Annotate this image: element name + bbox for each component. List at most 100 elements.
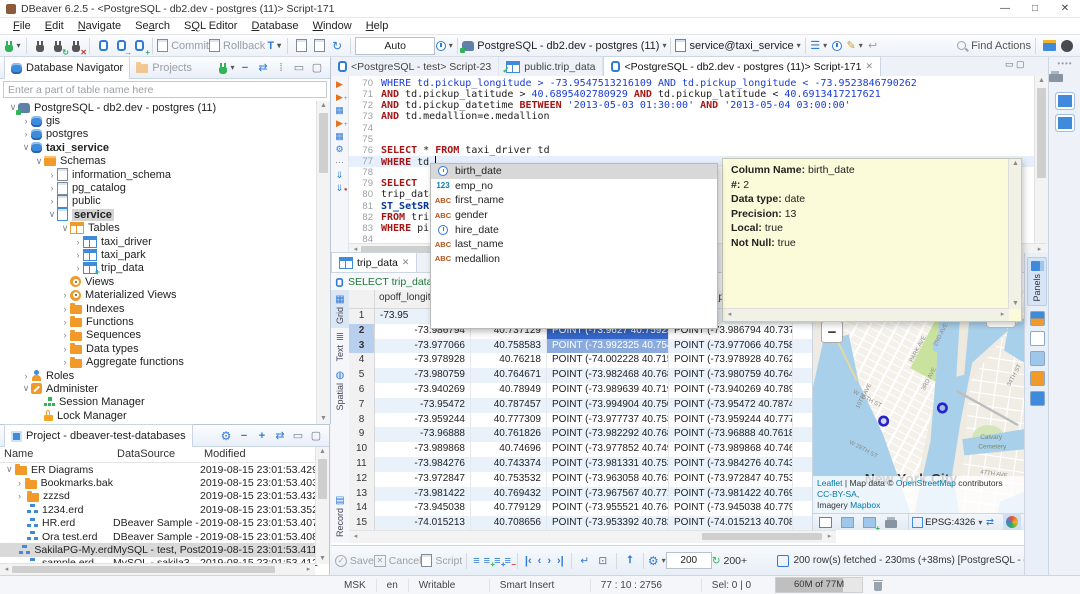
row-number[interactable]: 4 xyxy=(349,353,375,368)
presentation-tab-spatial[interactable]: ◍ Spatial xyxy=(331,366,349,415)
disconnect-button[interactable]: ✕ xyxy=(67,37,85,55)
memory-usage-bar[interactable]: 60M of 77M xyxy=(775,577,863,593)
tree-item-service[interactable]: ∨ service xyxy=(0,208,316,221)
collapse-icon[interactable]: ∨ xyxy=(34,156,44,167)
tab-project[interactable]: Project - dbeaver-test-databases xyxy=(4,424,193,447)
attribution-link[interactable]: Mapbox xyxy=(850,500,880,510)
format-button[interactable]: ✎▾ xyxy=(846,37,864,55)
tree-item-lock-manager[interactable]: Lock Manager xyxy=(0,409,316,422)
expand-icon[interactable]: › xyxy=(21,116,31,126)
close-tab-icon[interactable]: ✕ xyxy=(865,61,873,72)
transaction-mode-button[interactable]: T▾ xyxy=(265,37,283,55)
row-number[interactable]: 1 xyxy=(349,309,375,324)
cell-dropoff-latitude[interactable]: 40.761826 xyxy=(471,427,547,442)
expand-icon[interactable]: ∨ xyxy=(6,464,15,475)
expand-icon[interactable]: › xyxy=(47,170,57,180)
active-connection-combo[interactable]: PostgreSQL - db2.dev - postgres (11)▾ xyxy=(462,37,666,55)
cell-dropoff-longitude[interactable]: -73.940269 xyxy=(375,383,471,398)
attribution-link[interactable]: Leaflet xyxy=(817,478,843,488)
prev-row-button[interactable]: ‹ xyxy=(535,555,545,567)
menu-edit[interactable]: Edit xyxy=(38,20,71,32)
nav-minimize-button[interactable]: ▭ xyxy=(290,59,308,77)
gc-trash-button[interactable] xyxy=(869,576,887,594)
print-icon[interactable] xyxy=(1049,74,1063,82)
expand-icon[interactable]: › xyxy=(47,183,57,193)
map-crs-combo[interactable]: EPSG:4326▾ xyxy=(917,513,977,530)
connect-button[interactable] xyxy=(31,37,49,55)
cell-dropoff-longitude[interactable]: -73.978928 xyxy=(375,353,471,368)
editor-minimize-button[interactable]: ▭ ▢ xyxy=(1005,59,1025,70)
expand-icon[interactable]: › xyxy=(60,330,70,340)
nav-link-editor-button[interactable]: ⇄ xyxy=(254,59,272,77)
tree-item-postgres[interactable]: › postgres xyxy=(0,128,316,141)
row-number[interactable]: 2 xyxy=(349,324,375,339)
row-number[interactable]: 15 xyxy=(349,516,375,530)
project-collapse-button[interactable]: − xyxy=(235,427,253,445)
project-vscrollbar[interactable]: ▲ ▼ xyxy=(315,447,329,564)
fetch-size-input[interactable]: 200 xyxy=(666,552,712,569)
reconnect-button[interactable]: ↻ xyxy=(49,37,67,55)
cell-pickup-point[interactable]: POINT (-73.992325 40.754128) xyxy=(547,339,669,354)
autocomplete-item-medallion[interactable]: ABCmedallion xyxy=(431,252,717,267)
map-theme-button[interactable] xyxy=(1003,513,1021,530)
tree-item-roles[interactable]: › Roles xyxy=(0,369,316,382)
cell-pickup-point[interactable]: POINT (-73.963058 40.763348) xyxy=(547,472,669,487)
expand-icon[interactable]: › xyxy=(47,196,57,206)
collapse-icon[interactable]: ∨ xyxy=(21,142,31,153)
toggle-outline-button[interactable] xyxy=(1055,92,1075,110)
tree-item-tables[interactable]: ∨ Tables xyxy=(0,222,316,235)
edit-row-button[interactable]: ≡ xyxy=(471,555,481,567)
tree-item-trip-data[interactable]: › + trip_data xyxy=(0,262,316,275)
value-viewer-panel-button[interactable] xyxy=(1030,311,1045,326)
cell-dropoff-latitude[interactable]: 40.743374 xyxy=(471,457,547,472)
save-button[interactable] xyxy=(292,37,310,55)
expand-icon[interactable]: › xyxy=(60,357,70,367)
cell-dropoff-latitude[interactable]: 40.708656 xyxy=(471,516,547,530)
cell-dropoff-longitude[interactable]: -73.980759 xyxy=(375,368,471,383)
cell-dropoff-latitude[interactable]: 40.758583 xyxy=(471,339,547,354)
tree-item-sequences[interactable]: › Sequences xyxy=(0,329,316,342)
panels-tab[interactable]: Panels xyxy=(1027,257,1047,306)
maximize-button[interactable]: □ xyxy=(1020,0,1050,17)
project-row[interactable]: SakilaPG-My.erd MySQL - test, Postgr... … xyxy=(0,543,329,556)
cell-pickup-point[interactable]: POINT (-73.981331 40.753639) xyxy=(547,457,669,472)
close-button[interactable]: ✕ xyxy=(1050,0,1080,17)
result-orientation-button[interactable]: ☰▾ xyxy=(810,37,828,55)
autocomplete-item-gender[interactable]: ABCgender xyxy=(431,208,717,223)
cell-dropoff-longitude[interactable]: -73.96888 xyxy=(375,427,471,442)
map-print-button[interactable] xyxy=(882,513,900,530)
tab-projects[interactable]: Projects xyxy=(130,57,198,79)
execute-multi-tab-button[interactable]: ▶+ xyxy=(333,118,347,128)
tree-item-schemas[interactable]: ∨ Schemas xyxy=(0,155,316,168)
expand-icon[interactable]: › xyxy=(21,129,31,139)
cell-pickup-point[interactable]: POINT (-73.982292 40.768471) xyxy=(547,427,669,442)
cell-dropoff-latitude[interactable]: 40.787457 xyxy=(471,398,547,413)
execute-file-script-button[interactable]: ▦ xyxy=(333,131,347,141)
code-line-76[interactable]: 76SELECT * FROM taxi_driver td xyxy=(349,145,1034,156)
cell-dropoff-latitude[interactable]: 40.769432 xyxy=(471,487,547,502)
close-tab-icon[interactable]: ✕ xyxy=(402,257,410,268)
first-row-button[interactable]: |‹ xyxy=(522,555,535,567)
commit-button[interactable]: Commit xyxy=(157,37,209,55)
delete-row-button[interactable]: ≡− xyxy=(503,555,513,567)
expand-icon[interactable]: › xyxy=(60,317,70,327)
project-minimize-button[interactable]: ▭ xyxy=(289,427,307,445)
collapse-icon[interactable]: ∨ xyxy=(47,209,57,220)
menu-sql-editor[interactable]: SQL Editor xyxy=(177,20,244,32)
script-result-button[interactable]: Script xyxy=(421,552,462,570)
cell-dropoff-point[interactable]: POINT (-73.984276 40.743374) xyxy=(669,457,793,472)
tree-item-public[interactable]: › public xyxy=(0,195,316,208)
editor-vscrollbar[interactable]: ▲ ▼ xyxy=(1034,76,1048,253)
row-number[interactable]: 12 xyxy=(349,472,375,487)
row-number[interactable]: 9 xyxy=(349,427,375,442)
expand-icon[interactable]: › xyxy=(18,478,25,488)
grid-hscrollbar[interactable]: ◂ ▸ xyxy=(349,530,836,543)
cell-dropoff-longitude[interactable]: -73.981422 xyxy=(375,487,471,502)
autocomplete-item-emp_no[interactable]: 123emp_no xyxy=(431,179,717,194)
cell-dropoff-point[interactable]: POINT (-73.977066 40.758583) xyxy=(669,339,793,354)
nav-maximize-button[interactable]: ▢ xyxy=(308,59,326,77)
map-marker[interactable] xyxy=(938,404,946,412)
row-number[interactable]: 6 xyxy=(349,383,375,398)
cell-dropoff-point[interactable]: POINT (-73.940269 40.78949) xyxy=(669,383,793,398)
transaction-log-button[interactable]: ▾ xyxy=(435,37,453,55)
